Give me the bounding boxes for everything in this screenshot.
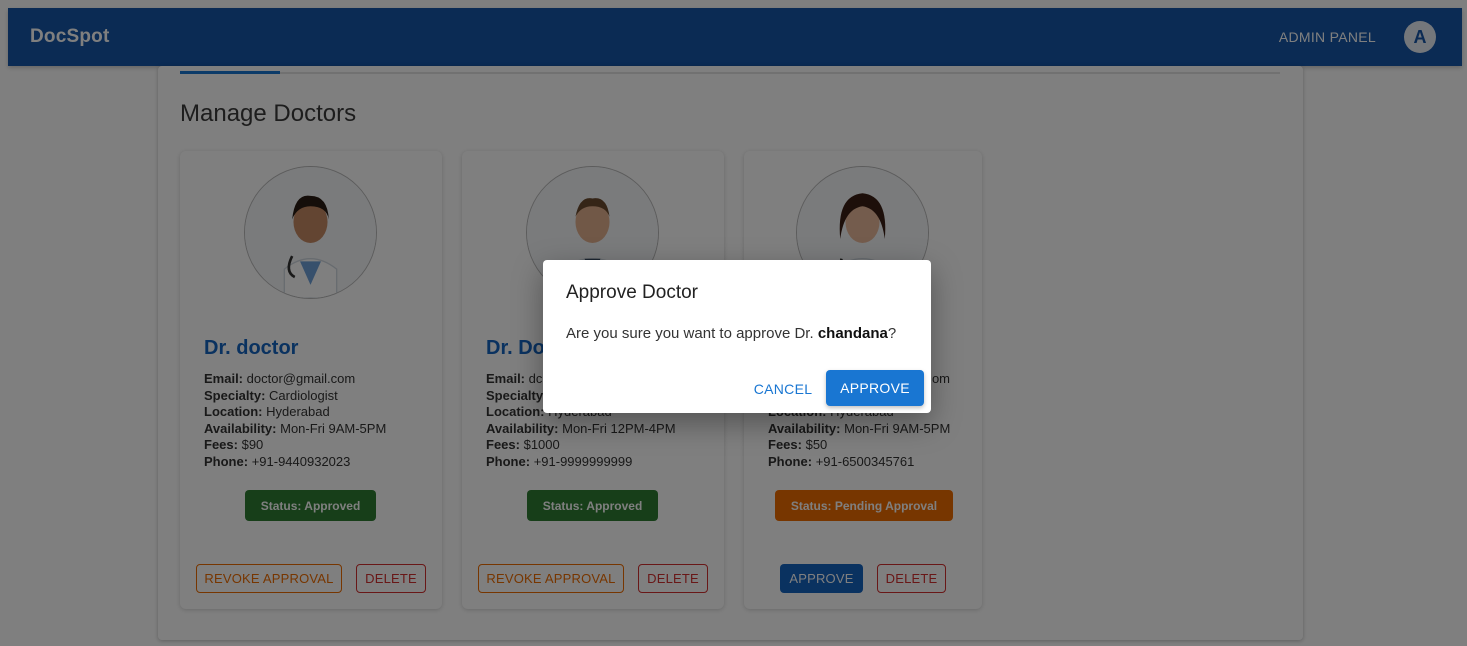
dialog-doctor-name: chandana [817, 325, 888, 342]
dialog-title: Approve Doctor [566, 282, 699, 303]
dialog-message: Are you sure you want to approve Dr. cha… [566, 325, 897, 342]
page: DocSpot ADMIN PANEL A Manage Doctors Dr [0, 0, 1467, 646]
approve-doctor-dialog: Approve Doctor Are you sure you want to … [543, 260, 931, 413]
cancel-button[interactable]: CANCEL [748, 371, 818, 407]
confirm-approve-button[interactable]: APPROVE [826, 370, 924, 406]
